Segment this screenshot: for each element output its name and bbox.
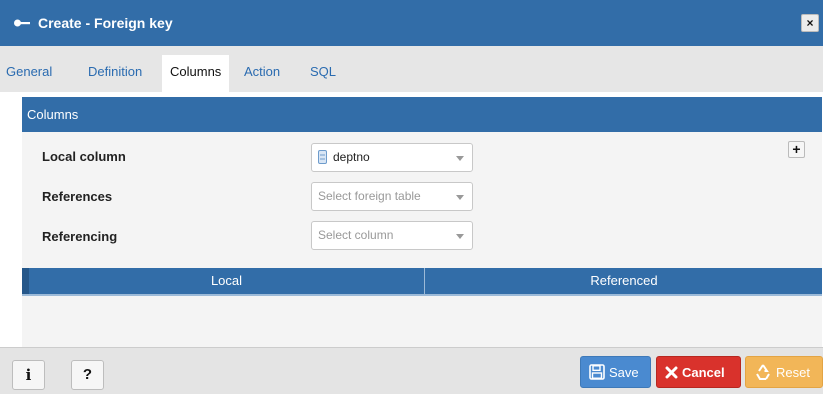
dialog-footer: i ? Save Cancel Reset: [0, 347, 823, 394]
local-column-select[interactable]: deptno: [311, 143, 473, 172]
columns-grid-header: Local Referenced: [22, 268, 822, 294]
references-select[interactable]: Select foreign table: [311, 182, 473, 211]
local-column-label: Local column: [42, 149, 126, 164]
save-button[interactable]: Save: [580, 356, 651, 388]
save-label: Save: [609, 365, 639, 380]
x-icon: [665, 366, 678, 379]
tab-columns[interactable]: Columns: [162, 55, 230, 92]
tab-general[interactable]: General: [6, 55, 52, 92]
reset-button[interactable]: Reset: [745, 356, 823, 388]
columns-panel-header: Columns: [22, 97, 822, 132]
help-button[interactable]: ?: [71, 360, 104, 390]
tab-action[interactable]: Action: [244, 55, 280, 92]
close-button[interactable]: ×: [801, 14, 819, 32]
cancel-label: Cancel: [682, 365, 725, 380]
floppy-disk-icon: [589, 364, 605, 380]
chevron-down-icon: [456, 234, 464, 239]
info-button[interactable]: i: [12, 360, 45, 390]
grid-divider: [22, 294, 822, 296]
tab-bar: General Definition Columns Action SQL: [0, 46, 823, 92]
reset-label: Reset: [776, 365, 810, 380]
referencing-label: Referencing: [42, 229, 118, 244]
referencing-placeholder: Select column: [318, 228, 394, 242]
referencing-select[interactable]: Select column: [311, 221, 473, 250]
tab-sql[interactable]: SQL: [310, 55, 336, 92]
dialog-titlebar: Create - Foreign key ×: [0, 0, 823, 46]
references-label: References: [42, 189, 113, 204]
dialog-title: Create - Foreign key: [38, 15, 173, 31]
add-row-button[interactable]: +: [788, 141, 805, 158]
cancel-button[interactable]: Cancel: [656, 356, 741, 388]
columns-panel: Columns + Local column deptno References…: [22, 97, 822, 347]
chevron-down-icon: [456, 195, 464, 200]
column-icon: [318, 149, 327, 164]
grid-header-referenced[interactable]: Referenced: [426, 268, 822, 294]
chevron-down-icon: [456, 156, 464, 161]
references-placeholder: Select foreign table: [318, 189, 421, 203]
recycle-icon: [756, 364, 770, 381]
grid-header-local[interactable]: Local: [29, 268, 425, 294]
key-icon: [14, 19, 30, 27]
local-column-value: deptno: [333, 150, 370, 164]
tab-definition[interactable]: Definition: [88, 55, 142, 92]
